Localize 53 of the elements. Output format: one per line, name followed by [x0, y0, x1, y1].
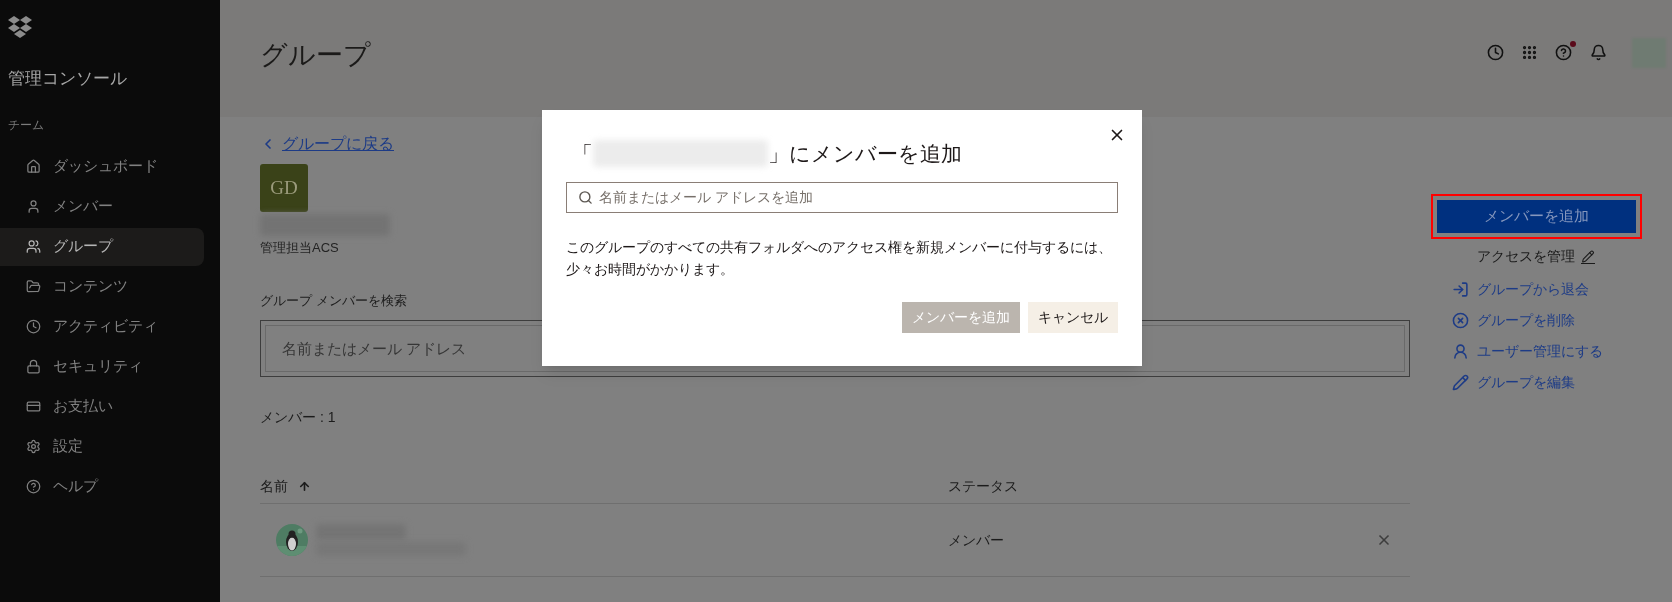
- sort-arrow-icon: [298, 480, 311, 493]
- nav-item[interactable]: メンバー: [0, 187, 204, 226]
- nav-item[interactable]: お支払い: [0, 387, 204, 426]
- lock-icon: [26, 359, 41, 374]
- nav-item[interactable]: セキュリティ: [0, 347, 204, 386]
- exit-icon: [1452, 281, 1469, 298]
- group-role: 管理担当ACS: [260, 239, 339, 257]
- help-icon[interactable]: [1555, 43, 1573, 62]
- apps-grid-icon[interactable]: [1521, 44, 1538, 61]
- remove-icon[interactable]: [1376, 532, 1392, 548]
- add-member-button[interactable]: メンバーを追加: [1436, 200, 1636, 233]
- add-member-field[interactable]: 名前またはメール アドレスを追加: [566, 181, 1118, 213]
- action-link[interactable]: グループを削除: [1452, 310, 1603, 331]
- nav-item[interactable]: ダッシュボード: [0, 147, 204, 186]
- manage-access-link[interactable]: アクセスを管理: [1477, 246, 1595, 267]
- bell-icon[interactable]: [1590, 44, 1607, 61]
- nav-item[interactable]: コンテンツ: [0, 267, 204, 306]
- person-icon: [26, 199, 41, 214]
- search-icon: [578, 189, 593, 205]
- group-avatar: GD: [260, 164, 308, 212]
- dialog-title-prefix: 「: [572, 141, 593, 167]
- delete-icon: [1452, 312, 1469, 329]
- action-link[interactable]: ユーザー管理にする: [1452, 341, 1603, 362]
- member-count: メンバー : 1: [260, 408, 336, 427]
- status-cell-text: メンバー: [948, 530, 1005, 550]
- nav-item[interactable]: グループ: [0, 227, 204, 266]
- action-link[interactable]: グループを編集: [1452, 372, 1603, 393]
- nav-item[interactable]: 設定: [0, 427, 204, 466]
- card-icon: [26, 399, 41, 414]
- column-header[interactable]: ステータス: [948, 476, 1018, 497]
- people-icon: [26, 239, 41, 254]
- help-icon: [26, 479, 41, 494]
- pencil-icon: [1452, 374, 1469, 391]
- nav-item[interactable]: ヘルプ: [0, 467, 204, 506]
- folder-icon: [26, 279, 41, 294]
- page-title: グループ: [260, 39, 371, 73]
- logo-icon: [7, 16, 33, 40]
- column-header[interactable]: 名前: [260, 476, 948, 497]
- person-icon: [1452, 343, 1469, 360]
- dialog-title: 」にメンバーを追加: [768, 141, 962, 167]
- home-icon: [26, 159, 41, 174]
- section-label: チーム: [8, 116, 45, 134]
- nav-item[interactable]: アクティビティ: [0, 307, 204, 346]
- clock-icon[interactable]: [1487, 44, 1504, 61]
- clock-icon: [26, 319, 41, 334]
- dialog-message: このグループのすべての共有フォルダへのアクセス権を新規メンバーに付与するには、少々お時間がかかります。: [566, 238, 1113, 279]
- settings-icon: [26, 439, 41, 454]
- back-link[interactable]: グループに戻る: [260, 132, 394, 156]
- pencil-icon: [1581, 249, 1595, 264]
- action-link[interactable]: グループから退会: [1452, 279, 1603, 300]
- cancel-button[interactable]: キャンセル: [1028, 301, 1118, 333]
- search-label: グループ メンバーを検索: [260, 291, 407, 310]
- console-title: 管理コンソール: [8, 68, 128, 90]
